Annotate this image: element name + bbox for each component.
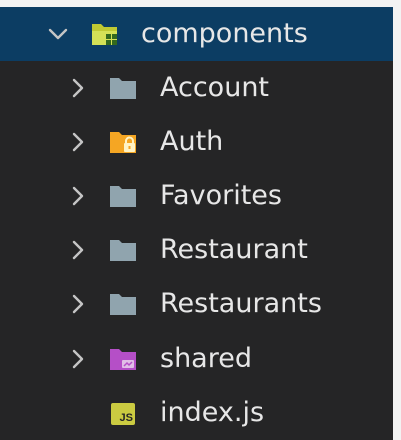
javascript-file-icon: JS <box>111 403 135 425</box>
folder-icon <box>110 186 136 207</box>
tree-item-components[interactable]: components <box>0 7 393 61</box>
tree-item-label: shared <box>160 343 252 374</box>
chevron-right-icon[interactable] <box>67 293 89 315</box>
chevron-right-icon[interactable] <box>67 185 89 207</box>
folder-icon <box>110 78 136 99</box>
folder-lock-icon <box>110 132 136 153</box>
tree-item-label: Account <box>160 72 270 103</box>
folder-components-open-icon <box>92 24 117 45</box>
chevron-down-icon[interactable] <box>47 23 69 45</box>
tree-item-label: Favorites <box>160 180 282 211</box>
chevron-right-icon[interactable] <box>67 348 89 370</box>
tree-item-account[interactable]: Account <box>0 61 393 115</box>
tree-item-auth[interactable]: Auth <box>0 115 393 169</box>
chevron-right-icon[interactable] <box>67 239 89 261</box>
tree-item-label: Restaurant <box>160 234 308 265</box>
chevron-right-icon[interactable] <box>67 131 89 153</box>
chevron-right-icon[interactable] <box>67 77 89 99</box>
tree-item-index-js[interactable]: JS index.js <box>0 386 393 440</box>
tree-item-label: index.js <box>160 397 265 428</box>
tree-item-label: Auth <box>160 126 224 157</box>
folder-icon <box>110 240 136 261</box>
tree-item-restaurants[interactable]: Restaurants <box>0 277 393 331</box>
js-badge-text: JS <box>119 412 133 424</box>
folder-shared-icon <box>110 349 136 370</box>
tree-item-label: components <box>141 18 308 49</box>
folder-icon <box>110 294 136 315</box>
tree-item-shared[interactable]: shared <box>0 332 393 386</box>
tree-item-favorites[interactable]: Favorites <box>0 169 393 223</box>
tree-item-restaurant[interactable]: Restaurant <box>0 223 393 277</box>
file-explorer: components Account Auth Favorites Restau… <box>0 0 401 440</box>
tree-item-label: Restaurants <box>160 288 322 319</box>
explorer-tree-panel: components Account Auth Favorites Restau… <box>0 7 393 440</box>
